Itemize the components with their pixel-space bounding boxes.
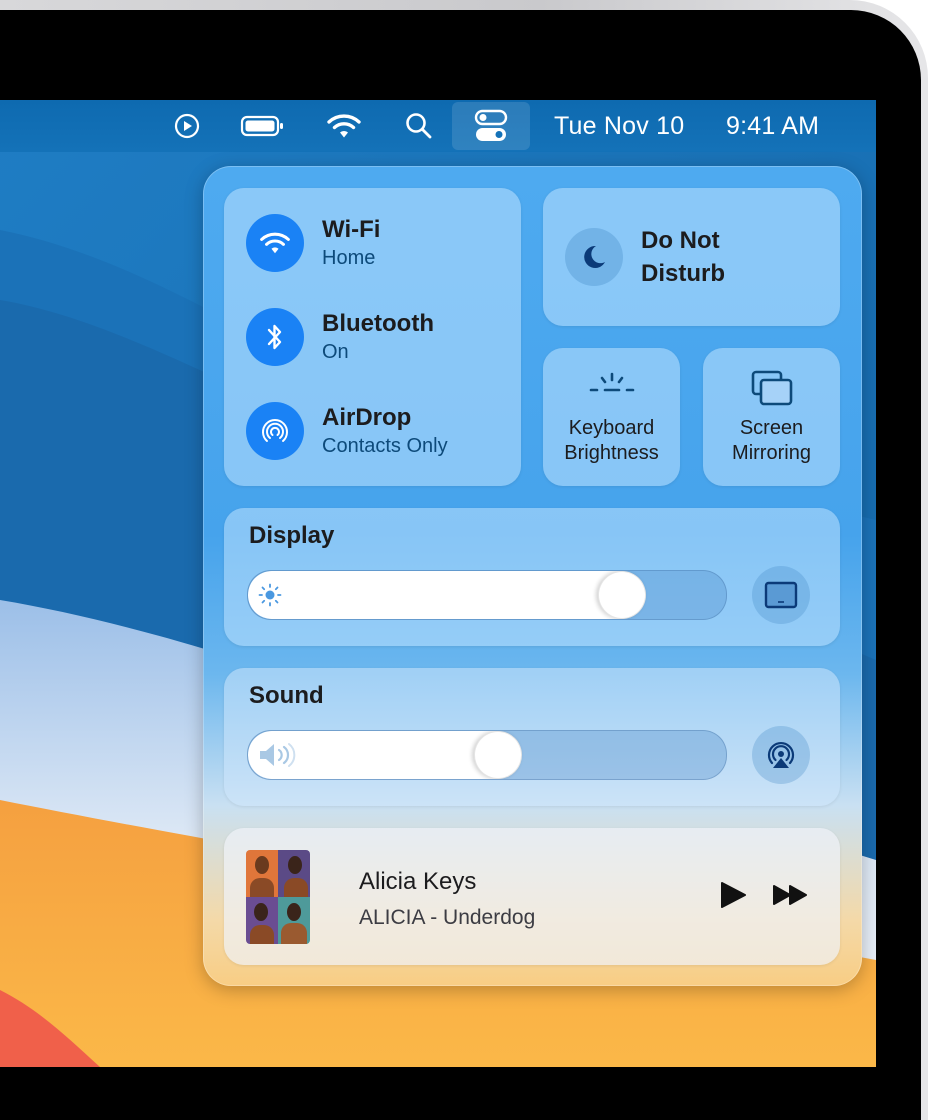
connectivity-tile: Wi-Fi Home Bluetooth On AirDrop Contacts… (224, 188, 521, 486)
album-artwork (246, 850, 310, 944)
keyboard-brightness-tile[interactable]: Keyboard Brightness (543, 348, 680, 486)
kb-label-line2: Brightness (564, 442, 659, 464)
display-icon (764, 581, 798, 609)
now-playing-menu-button[interactable] (172, 100, 202, 152)
battery-icon (240, 115, 283, 137)
sun-icon (258, 583, 282, 607)
audio-output-button[interactable] (752, 726, 810, 784)
album-art-quadrant (278, 897, 310, 944)
airdrop-toggle[interactable]: AirDrop Contacts Only (246, 402, 448, 460)
display-settings-button[interactable] (752, 566, 810, 624)
do-not-disturb-label: Do Not Disturb (641, 224, 725, 290)
screen-mirroring-tile[interactable]: Screen Mirroring (703, 348, 840, 486)
control-center-icon (474, 109, 508, 141)
now-playing-artist: Alicia Keys (359, 868, 477, 895)
do-not-disturb-button[interactable] (565, 228, 623, 286)
now-playing-icon (174, 113, 200, 139)
wifi-title: Wi-Fi (322, 216, 381, 243)
kb-label-line1: Keyboard (568, 417, 655, 439)
keyboard-brightness-icon (589, 372, 634, 392)
moon-icon (584, 245, 605, 268)
airplay-audio-icon (767, 741, 795, 768)
wifi-icon (327, 114, 361, 138)
sm-label-line2: Mirroring (732, 442, 811, 464)
wifi-menu-button[interactable] (324, 100, 364, 152)
wifi-toggle[interactable]: Wi-Fi Home (246, 214, 380, 272)
display-tile: Display (224, 508, 840, 646)
battery-menu-button[interactable] (238, 100, 286, 152)
airdrop-icon (262, 419, 288, 442)
fast-forward-icon (773, 885, 807, 905)
album-art-quadrant (246, 850, 278, 898)
menu-bar: Tue Nov 10 9:41 AM (0, 100, 876, 152)
airdrop-status: Contacts Only (322, 435, 448, 457)
brightness-slider[interactable] (247, 570, 727, 620)
sound-tile: Sound (224, 668, 840, 806)
screen-mirroring-icon (751, 370, 792, 406)
bluetooth-button[interactable] (246, 308, 304, 366)
wifi-status: Home (322, 247, 376, 269)
bluetooth-title: Bluetooth (322, 310, 434, 337)
screen-mirroring-label: Screen Mirroring (703, 416, 840, 466)
bluetooth-toggle[interactable]: Bluetooth On (246, 308, 434, 366)
album-art-quadrant (246, 897, 278, 944)
brightness-slider-knob[interactable] (597, 571, 646, 619)
control-center-menu-button[interactable] (452, 102, 530, 150)
volume-slider[interactable] (247, 730, 727, 780)
volume-slider-knob[interactable] (473, 731, 522, 779)
play-icon (721, 882, 746, 908)
display-title: Display (249, 522, 335, 549)
sm-label-line1: Screen (739, 417, 804, 439)
album-art-quadrant (278, 850, 310, 898)
wifi-icon (260, 232, 290, 254)
airdrop-button[interactable] (246, 402, 304, 460)
dnd-label-line2: Disturb (641, 260, 725, 287)
keyboard-brightness-label: Keyboard Brightness (543, 416, 680, 466)
sound-title: Sound (249, 682, 324, 709)
brightness-slider-fill (248, 571, 644, 619)
control-center-panel: Wi-Fi Home Bluetooth On AirDrop Contacts… (203, 166, 862, 986)
speaker-icon (260, 743, 296, 767)
spotlight-search-button[interactable] (402, 100, 436, 152)
bluetooth-icon (267, 324, 282, 350)
bluetooth-status: On (322, 341, 349, 363)
now-playing-track: ALICIA - Underdog (359, 906, 536, 929)
menubar-time[interactable]: 9:41 AM (726, 100, 819, 152)
do-not-disturb-tile[interactable]: Do Not Disturb (543, 188, 840, 326)
wifi-button[interactable] (246, 214, 304, 272)
next-track-button[interactable] (772, 883, 810, 912)
menubar-date[interactable]: Tue Nov 10 (554, 100, 684, 152)
search-icon (406, 113, 432, 139)
airdrop-title: AirDrop (322, 404, 412, 431)
now-playing-tile[interactable]: Alicia Keys ALICIA - Underdog (224, 828, 840, 965)
dnd-label-line1: Do Not (641, 227, 720, 254)
play-button[interactable] (718, 880, 748, 915)
